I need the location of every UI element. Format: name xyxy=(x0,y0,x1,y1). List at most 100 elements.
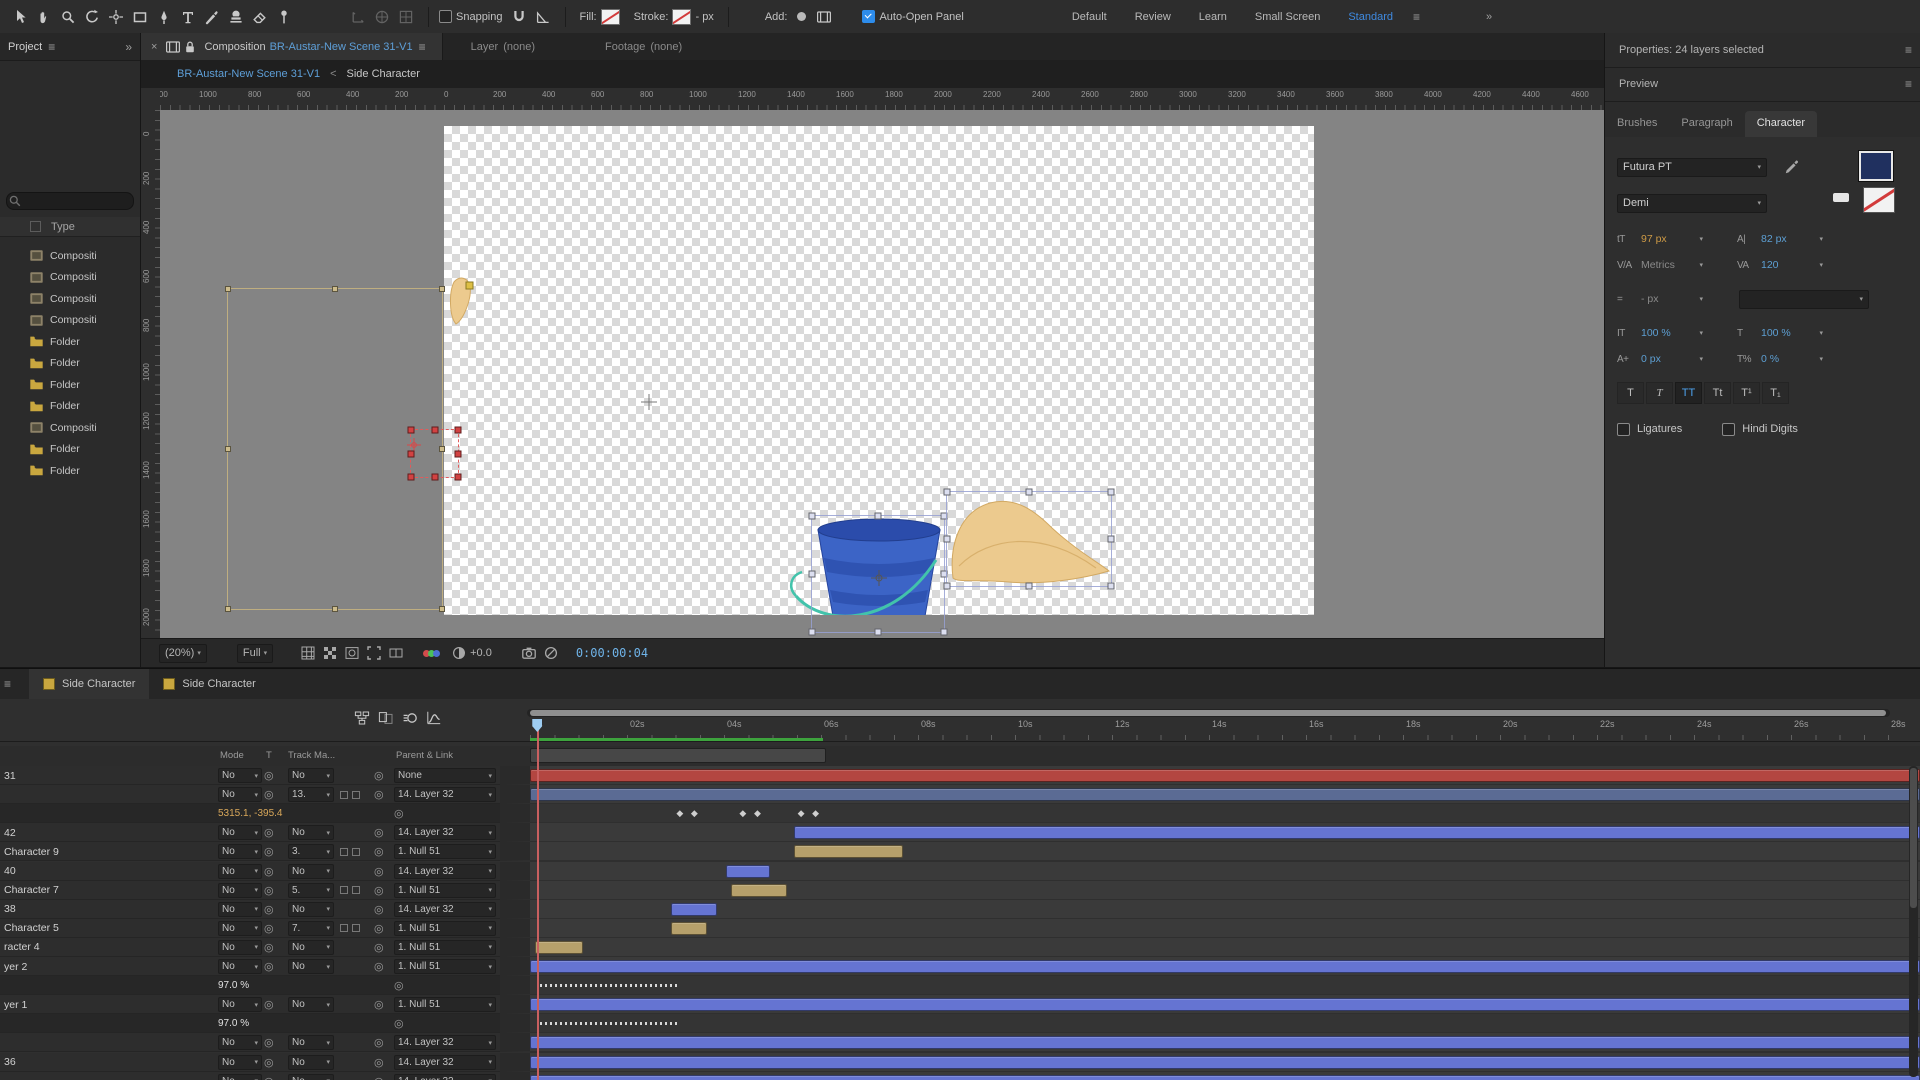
layer-name[interactable]: Character 9 xyxy=(4,844,209,859)
workspace-small-screen[interactable]: Small Screen xyxy=(1255,11,1320,23)
parent-link-dropdown[interactable]: 1. Null 51▾ xyxy=(394,844,496,859)
current-time-indicator-line[interactable] xyxy=(537,719,539,1080)
selection-handle[interactable] xyxy=(1026,489,1033,496)
toggle-switches-icon[interactable]: ◎ xyxy=(264,1074,278,1080)
exposure-value[interactable]: +0.0 xyxy=(470,647,492,659)
selection-handle[interactable] xyxy=(332,286,338,292)
layer-track[interactable] xyxy=(500,804,1920,823)
toggle-switches-icon[interactable]: ◎ xyxy=(264,825,278,840)
toggle-switches-icon[interactable]: ◎ xyxy=(264,959,278,974)
workspace-learn[interactable]: Learn xyxy=(1199,11,1227,23)
blend-mode-dropdown[interactable]: No▾ xyxy=(218,864,262,879)
layer-switches[interactable] xyxy=(340,844,366,859)
timeline-layer-row[interactable]: No▾◎No▾◎14. Layer 32▾ xyxy=(0,1033,1920,1052)
show-snapshot-icon[interactable] xyxy=(540,643,562,663)
mask-icon[interactable] xyxy=(341,643,363,663)
roi-icon[interactable] xyxy=(363,643,385,663)
faux-style-button-1[interactable]: T xyxy=(1646,382,1673,404)
layer-name[interactable]: 36 xyxy=(4,1055,209,1070)
tsume-value[interactable]: 0 %▾ xyxy=(1761,353,1823,365)
toggle-switches-icon[interactable]: ◎ xyxy=(264,844,278,859)
property-value[interactable]: 5315.1, -395.4 xyxy=(218,806,368,821)
ligatures-checkbox[interactable] xyxy=(1617,423,1630,436)
timeline-layer-row[interactable]: 36No▾◎No▾◎14. Layer 32▾ xyxy=(0,1053,1920,1072)
layer-duration-bar[interactable] xyxy=(530,960,1920,973)
selection-handle[interactable] xyxy=(944,489,951,496)
workspace-default[interactable]: Default xyxy=(1072,11,1107,23)
selection-handle[interactable] xyxy=(225,446,231,452)
layer-track[interactable] xyxy=(500,938,1920,957)
layer-duration-bar[interactable] xyxy=(726,865,770,878)
font-size-value[interactable]: 97 px▾ xyxy=(1641,233,1703,245)
parent-link-dropdown[interactable]: 14. Layer 32▾ xyxy=(394,787,496,802)
pick-whip-icon[interactable]: ◎ xyxy=(374,844,388,859)
selection-handle[interactable] xyxy=(455,474,462,481)
selection-handle[interactable] xyxy=(431,427,438,434)
project-item-folder[interactable]: Folder xyxy=(0,439,140,460)
keyframe-icon[interactable]: ◆ xyxy=(754,808,761,819)
blend-mode-dropdown[interactable]: No▾ xyxy=(218,921,262,936)
timeline-layer-row[interactable]: Character 5No▾◎7.▾◎1. Null 51▾ xyxy=(0,919,1920,938)
exposure-icon[interactable] xyxy=(448,643,470,663)
toggle-switches-icon[interactable]: ◎ xyxy=(264,940,278,955)
add-target-icon[interactable] xyxy=(797,12,806,21)
layer-duration-bar[interactable] xyxy=(731,884,787,897)
composition-tab[interactable]: × Composition BR-Austar-New Scene 31-V1 … xyxy=(141,33,443,60)
timeline-ruler[interactable]: 0s02s04s06s08s10s12s14s16s18s20s22s24s26… xyxy=(0,699,1920,742)
fill-swatch[interactable] xyxy=(601,9,620,25)
track-matte-dropdown[interactable]: No▾ xyxy=(288,940,334,955)
swap-fill-stroke-icon[interactable] xyxy=(1833,193,1849,202)
text-stroke-color-swatch[interactable] xyxy=(1863,187,1895,213)
layer-track[interactable] xyxy=(500,862,1920,881)
track-matte-dropdown[interactable]: 13.▾ xyxy=(288,787,334,802)
t-column-header[interactable]: T xyxy=(266,750,272,761)
properties-panel-header[interactable]: Properties: 24 layers selected ≡ xyxy=(1605,33,1920,68)
workspace-standard[interactable]: Standard xyxy=(1348,11,1393,23)
project-item-composition[interactable]: Compositi xyxy=(0,417,140,438)
track-matte-dropdown[interactable]: 7.▾ xyxy=(288,921,334,936)
graph-editor-icon[interactable] xyxy=(422,707,446,729)
motion-blur-icon[interactable] xyxy=(398,707,422,729)
track-matte-dropdown[interactable]: No▾ xyxy=(288,864,334,879)
project-item-composition[interactable]: Compositi xyxy=(0,288,140,309)
keyframe-icon[interactable]: ◆ xyxy=(798,808,805,819)
timeline-layer-row[interactable]: yer 1No▾◎No▾◎1. Null 51▾ xyxy=(0,995,1920,1014)
pick-whip-icon[interactable]: ◎ xyxy=(374,1055,388,1070)
snap-angle-icon[interactable] xyxy=(531,6,555,28)
track-matte-dropdown[interactable]: No▾ xyxy=(288,902,334,917)
pick-whip-icon[interactable]: ◎ xyxy=(374,1074,388,1080)
timeline-scrollbar[interactable] xyxy=(1909,766,1918,1077)
close-icon[interactable]: × xyxy=(151,41,157,53)
current-time-display[interactable]: 0:00:00:04 xyxy=(576,646,648,660)
blend-mode-dropdown[interactable]: No▾ xyxy=(218,787,262,802)
font-family-dropdown[interactable]: Futura PT▾ xyxy=(1617,158,1767,177)
layer-name[interactable]: yer 1 xyxy=(4,997,209,1012)
timeline-property-row[interactable]: 97.0 %◎ xyxy=(0,976,1920,995)
puppet-pin-tool[interactable] xyxy=(272,6,296,28)
blend-mode-dropdown[interactable]: No▾ xyxy=(218,902,262,917)
blend-mode-dropdown[interactable]: No▾ xyxy=(218,997,262,1012)
layer-name[interactable] xyxy=(4,787,209,802)
toggle-switches-icon[interactable]: ◎ xyxy=(264,997,278,1012)
faux-style-button-5[interactable]: T₁ xyxy=(1762,382,1789,404)
layer-name[interactable]: racter 4 xyxy=(4,940,209,955)
layer-name[interactable]: Character 5 xyxy=(4,921,209,936)
stroke-width-value[interactable]: - px▾ xyxy=(1641,293,1703,305)
breadcrumb-root[interactable]: BR-Austar-New Scene 31-V1 xyxy=(177,68,320,80)
preview-menu-icon[interactable]: ≡ xyxy=(1905,77,1912,91)
parent-link-dropdown[interactable]: 1. Null 51▾ xyxy=(394,921,496,936)
layer-duration-bar[interactable] xyxy=(794,845,903,858)
selection-handle[interactable] xyxy=(1026,583,1033,590)
selection-handle[interactable] xyxy=(408,427,415,434)
pen-tool[interactable] xyxy=(152,6,176,28)
track-matte-dropdown[interactable]: No▾ xyxy=(288,997,334,1012)
parent-link-dropdown[interactable]: 14. Layer 32▾ xyxy=(394,864,496,879)
timeline-layer-row[interactable]: 40No▾◎No▾◎14. Layer 32▾ xyxy=(0,862,1920,881)
selection-handle[interactable] xyxy=(809,629,816,636)
parent-link-dropdown[interactable]: 1. Null 51▾ xyxy=(394,883,496,898)
project-item-composition[interactable]: Compositi xyxy=(0,267,140,288)
layer-duration-bar[interactable] xyxy=(535,941,584,954)
selection-handle[interactable] xyxy=(1108,536,1115,543)
keyframe-icon[interactable]: ◆ xyxy=(691,808,698,819)
timeline-tab-0[interactable]: Side Character xyxy=(29,669,149,699)
